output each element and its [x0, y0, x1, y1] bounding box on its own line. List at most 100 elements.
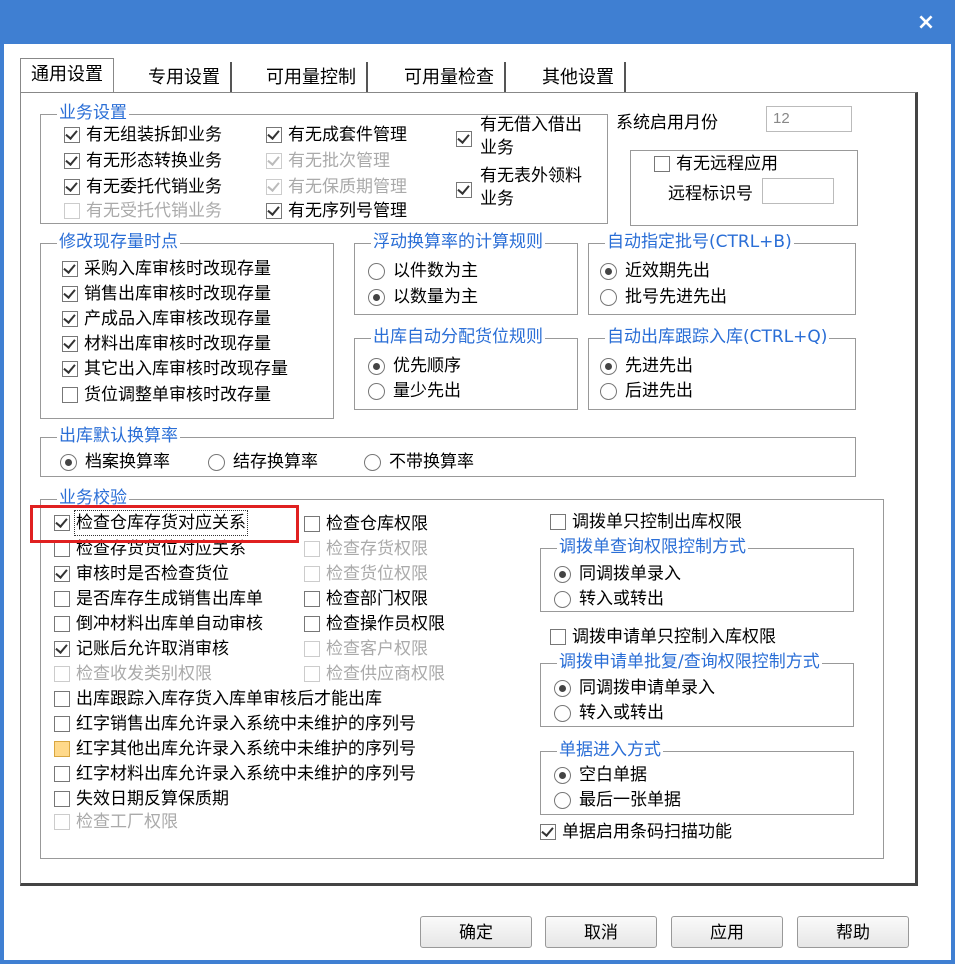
radio-icon[interactable]: [554, 766, 571, 784]
checkbox-generate-sales-out[interactable]: 是否库存生成销售出库单: [54, 588, 263, 610]
checkbox-icon[interactable]: [64, 179, 80, 195]
checkbox-transfer-out-only[interactable]: 调拨单只控制出库权限: [550, 511, 742, 533]
checkbox-purchase-in[interactable]: 采购入库审核时改现存量: [62, 258, 271, 280]
radio-icon[interactable]: [554, 590, 571, 608]
checkbox-icon[interactable]: [654, 156, 670, 172]
radio-icon[interactable]: [60, 453, 77, 471]
cancel-button[interactable]: 取消: [545, 916, 657, 948]
radio-lifo[interactable]: 后进先出: [600, 380, 693, 402]
checkbox-red-other-serial[interactable]: 红字其他出库允许录入系统中未维护的序列号: [54, 738, 416, 760]
radio-icon[interactable]: [208, 453, 225, 471]
checkbox-serial-number[interactable]: 有无序列号管理: [266, 200, 407, 222]
radio-icon[interactable]: [368, 288, 385, 306]
checkbox-consignment-out[interactable]: 有无委托代销业务: [64, 176, 222, 198]
radio-icon[interactable]: [600, 262, 617, 280]
radio-same-as-apply-entry[interactable]: 同调拨申请单录入: [554, 677, 715, 699]
tab-available-control[interactable]: 可用量控制: [256, 62, 368, 94]
checkbox-icon[interactable]: [550, 629, 566, 645]
radio-less-first[interactable]: 量少先出: [368, 380, 461, 402]
checkbox-assembly[interactable]: 有无组装拆卸业务: [64, 124, 222, 146]
checkbox-icon[interactable]: [54, 641, 70, 657]
checkbox-icon[interactable]: [54, 791, 70, 807]
checkbox-icon[interactable]: [54, 741, 70, 757]
radio-no-rate[interactable]: 不带换算率: [364, 451, 474, 473]
checkbox-form-conversion[interactable]: 有无形态转换业务: [64, 150, 222, 172]
radio-icon[interactable]: [600, 357, 617, 375]
checkbox-other-inout[interactable]: 其它出入库审核时改现存量: [62, 358, 288, 380]
radio-archive-rate[interactable]: 档案换算率: [60, 451, 170, 473]
checkbox-icon[interactable]: [304, 591, 320, 607]
checkbox-icon[interactable]: [54, 541, 70, 557]
checkbox-icon[interactable]: [62, 361, 78, 377]
radio-icon[interactable]: [554, 791, 571, 809]
checkbox-icon[interactable]: [54, 616, 70, 632]
checkbox-icon[interactable]: [62, 387, 78, 403]
checkbox-offbook-material[interactable]: [456, 182, 472, 198]
checkbox-icon[interactable]: [304, 616, 320, 632]
checkbox-check-warehouse-permission[interactable]: 检查仓库权限: [304, 513, 428, 535]
radio-icon[interactable]: [368, 262, 385, 280]
checkbox-expiry-backcalc[interactable]: 失效日期反算保质期: [54, 788, 229, 810]
radio-last-doc[interactable]: 最后一张单据: [554, 789, 681, 811]
radio-apply-in-or-out[interactable]: 转入或转出: [554, 702, 664, 724]
checkbox-location-adjust[interactable]: 货位调整单审核时改存量: [62, 384, 271, 406]
radio-icon[interactable]: [368, 382, 385, 400]
remote-id-field[interactable]: [762, 178, 834, 204]
checkbox-icon[interactable]: [266, 127, 282, 143]
checkbox-remote-app[interactable]: 有无远程应用: [654, 153, 778, 175]
checkbox-icon[interactable]: [266, 203, 282, 219]
tab-available-check[interactable]: 可用量检查: [394, 62, 506, 94]
radio-balance-rate[interactable]: 结存换算率: [208, 451, 318, 473]
checkbox-icon[interactable]: [54, 566, 70, 582]
start-month-field[interactable]: [766, 106, 852, 132]
close-icon[interactable]: ×: [910, 10, 942, 36]
radio-icon[interactable]: [368, 357, 385, 375]
checkbox-check-operator-permission[interactable]: 检查操作员权限: [304, 613, 445, 635]
radio-icon[interactable]: [600, 288, 617, 306]
checkbox-cancel-audit-after-posting[interactable]: 记账后允许取消审核: [54, 638, 229, 660]
radio-icon[interactable]: [600, 382, 617, 400]
checkbox-icon[interactable]: [540, 824, 556, 840]
checkbox-borrow-lend[interactable]: [456, 131, 472, 147]
checkbox-check-location-on-audit[interactable]: 审核时是否检查货位: [54, 563, 229, 585]
apply-button[interactable]: 应用: [671, 916, 783, 948]
checkbox-trace-after-audit[interactable]: 出库跟踪入库存货入库单审核后才能出库: [54, 688, 382, 710]
checkbox-material-out[interactable]: 材料出库审核时改现存量: [62, 333, 271, 355]
radio-fifo[interactable]: 先进先出: [600, 355, 693, 377]
tab-special[interactable]: 专用设置: [138, 62, 232, 94]
checkbox-icon[interactable]: [54, 716, 70, 732]
checkbox-red-material-serial[interactable]: 红字材料出库允许录入系统中未维护的序列号: [54, 763, 416, 785]
radio-in-or-out[interactable]: 转入或转出: [554, 588, 664, 610]
checkbox-icon[interactable]: [550, 514, 566, 530]
checkbox-backflush-auto-audit[interactable]: 倒冲材料出库单自动审核: [54, 613, 263, 635]
checkbox-icon[interactable]: [64, 127, 80, 143]
checkbox-icon[interactable]: [62, 311, 78, 327]
help-button[interactable]: 帮助: [797, 916, 909, 948]
radio-by-quantity[interactable]: 以数量为主: [368, 286, 478, 308]
radio-same-as-transfer-entry[interactable]: 同调拨单录入: [554, 563, 681, 585]
checkbox-barcode-scan[interactable]: 单据启用条码扫描功能: [540, 821, 732, 843]
radio-icon[interactable]: [554, 704, 571, 722]
checkbox-red-sales-serial[interactable]: 红字销售出库允许录入系统中未维护的序列号: [54, 713, 416, 735]
checkbox-icon[interactable]: [54, 591, 70, 607]
radio-icon[interactable]: [554, 679, 571, 697]
checkbox-icon[interactable]: [54, 691, 70, 707]
tab-other[interactable]: 其他设置: [532, 62, 626, 94]
checkbox-icon[interactable]: [62, 286, 78, 302]
checkbox-icon[interactable]: [304, 516, 320, 532]
checkbox-transfer-apply-in-only[interactable]: 调拨申请单只控制入库权限: [550, 626, 776, 648]
checkbox-icon[interactable]: [62, 336, 78, 352]
checkbox-icon[interactable]: [64, 153, 80, 169]
radio-icon[interactable]: [554, 565, 571, 583]
radio-batch-fifo[interactable]: 批号先进先出: [600, 286, 727, 308]
radio-icon[interactable]: [364, 453, 381, 471]
checkbox-product-in[interactable]: 产成品入库审核改现存量: [62, 308, 271, 330]
checkbox-icon[interactable]: [54, 766, 70, 782]
radio-blank-doc[interactable]: 空白单据: [554, 764, 647, 786]
radio-priority-order[interactable]: 优先顺序: [368, 355, 461, 377]
checkbox-icon[interactable]: [62, 261, 78, 277]
checkbox-check-department-permission[interactable]: 检查部门权限: [304, 588, 428, 610]
checkbox-sales-out[interactable]: 销售出库审核时改现存量: [62, 283, 271, 305]
radio-near-expiry-first[interactable]: 近效期先出: [600, 260, 710, 282]
checkbox-kit-management[interactable]: 有无成套件管理: [266, 124, 407, 146]
